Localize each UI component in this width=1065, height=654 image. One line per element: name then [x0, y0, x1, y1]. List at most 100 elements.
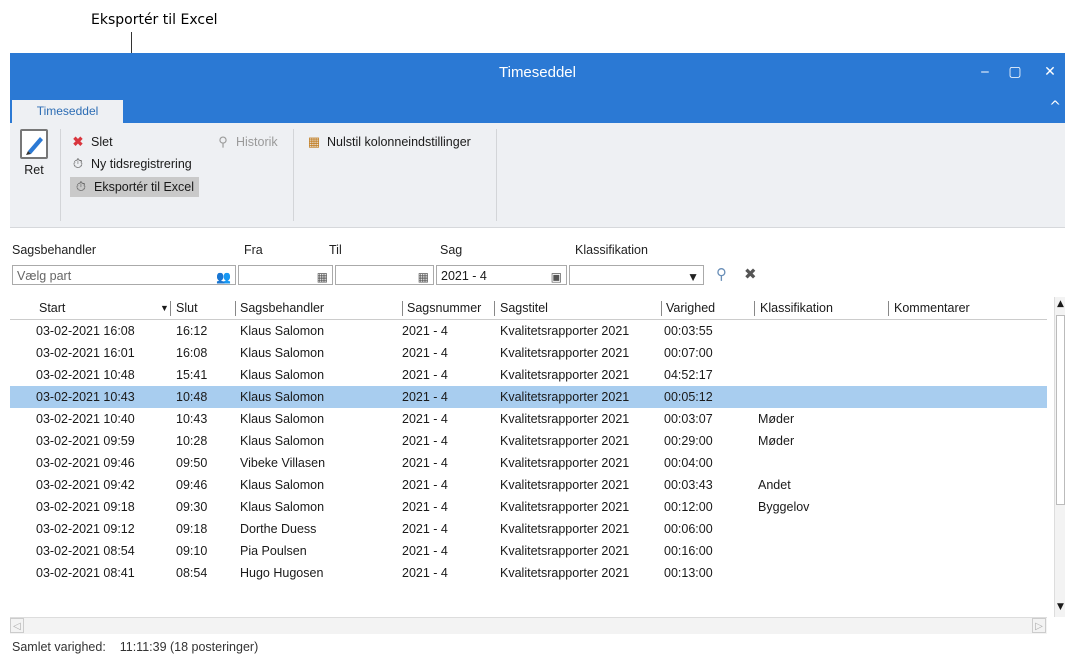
- tab-timeseddel[interactable]: Timeseddel: [12, 100, 123, 123]
- timesheet-table: Start ▼ Slut Sagsbehandler Sagsnummer Sa…: [10, 297, 1047, 617]
- historik-button[interactable]: ⚲ Historik: [215, 134, 277, 150]
- cell-sagsbehandler: Klaus Salomon: [240, 500, 325, 514]
- cell-varighed: 00:29:00: [664, 434, 713, 448]
- vertical-scrollbar[interactable]: ▲ ▼: [1054, 297, 1065, 617]
- sagsbehandler-field[interactable]: Vælg part 👥: [12, 265, 236, 285]
- table-row[interactable]: 03-02-2021 09:46 09:50 Vibeke Villasen 2021…: [10, 452, 1047, 474]
- cell-sagsbehandler: Klaus Salomon: [240, 434, 325, 448]
- cell-klassifikation: Andet: [758, 478, 791, 492]
- column-header-sagsbehandler[interactable]: Sagsbehandler: [240, 301, 324, 315]
- slet-label: Slet: [91, 135, 113, 149]
- search-icon[interactable]: ⚲: [716, 265, 727, 283]
- collapse-ribbon-icon[interactable]: ^: [1049, 99, 1061, 115]
- sag-field[interactable]: 2021 - 4 ▣: [436, 265, 567, 285]
- horizontal-scrollbar[interactable]: ◁ ▷: [10, 617, 1047, 634]
- cell-sagsbehandler: Klaus Salomon: [240, 412, 325, 426]
- cell-sagsbehandler: Vibeke Villasen: [240, 456, 326, 470]
- cell-varighed: 00:04:00: [664, 456, 713, 470]
- cell-varighed: 00:16:00: [664, 544, 713, 558]
- minimize-button[interactable]: ‒: [974, 61, 996, 83]
- cell-start: 03-02-2021 09:59: [36, 434, 135, 448]
- table-row[interactable]: 03-02-2021 08:54 09:10 Pia Poulsen 2021 - 4…: [10, 540, 1047, 562]
- cell-sagstitel: Kvalitetsrapporter 2021: [500, 368, 630, 382]
- scroll-thumb[interactable]: [1056, 315, 1065, 505]
- column-header-start[interactable]: Start: [39, 301, 65, 315]
- cell-slut: 16:12: [176, 324, 208, 338]
- status-bar: Samlet varighed: 11:11:39 (18 posteringe…: [12, 640, 258, 654]
- scroll-down-icon[interactable]: ▼: [1055, 602, 1065, 612]
- cell-start: 03-02-2021 09:18: [36, 500, 135, 514]
- nulstil-kolonner-button[interactable]: ▦ Nulstil kolonneindstillinger: [306, 134, 471, 150]
- column-header-sagstitel[interactable]: Sagstitel: [500, 301, 548, 315]
- cell-slut: 09:46: [176, 478, 208, 492]
- title-bar: Timeseddel ‒ ▢ ✕: [10, 53, 1065, 95]
- cell-sagsnummer: 2021 - 4: [402, 478, 448, 492]
- cell-sagsnummer: 2021 - 4: [402, 522, 448, 536]
- cell-sagsnummer: 2021 - 4: [402, 456, 448, 470]
- cell-slut: 09:50: [176, 456, 208, 470]
- column-header-kommentarer[interactable]: Kommentarer: [894, 301, 970, 315]
- table-row[interactable]: 03-02-2021 09:12 09:18 Dorthe Duess 2021 - …: [10, 518, 1047, 540]
- column-header-slut[interactable]: Slut: [176, 301, 198, 315]
- cell-sagsbehandler: Klaus Salomon: [240, 324, 325, 338]
- sagsbehandler-label: Sagsbehandler: [12, 243, 97, 257]
- cell-start: 03-02-2021 10:43: [36, 390, 135, 404]
- fra-date-field[interactable]: ▦: [238, 265, 333, 285]
- cell-sagsnummer: 2021 - 4: [402, 368, 448, 382]
- total-duration-label: Samlet varighed:: [12, 640, 106, 654]
- ny-tidsregistrering-button[interactable]: ⏱ Ny tidsregistrering: [70, 156, 192, 172]
- table-row[interactable]: 03-02-2021 16:08 16:12 Klaus Salomon 2021 -…: [10, 320, 1047, 342]
- case-lookup-icon[interactable]: ▣: [551, 267, 562, 287]
- close-button[interactable]: ✕: [1039, 61, 1061, 83]
- cell-start: 03-02-2021 09:46: [36, 456, 135, 470]
- cell-sagsbehandler: Dorthe Duess: [240, 522, 317, 536]
- cell-varighed: 00:13:00: [664, 566, 713, 580]
- cell-start: 03-02-2021 09:12: [36, 522, 135, 536]
- people-icon[interactable]: 👥: [216, 267, 231, 287]
- slet-button[interactable]: ✖ Slet: [70, 134, 113, 150]
- cell-sagstitel: Kvalitetsrapporter 2021: [500, 522, 630, 536]
- ny-tidsregistrering-label: Ny tidsregistrering: [91, 157, 192, 171]
- window-title: Timeseddel: [499, 64, 576, 81]
- stopwatch-add-icon: ⏱: [72, 156, 84, 171]
- cell-sagsnummer: 2021 - 4: [402, 544, 448, 558]
- clear-filter-icon[interactable]: ✖: [744, 265, 757, 283]
- cell-sagsnummer: 2021 - 4: [402, 500, 448, 514]
- table-row[interactable]: 03-02-2021 09:18 09:30 Klaus Salomon 2021 -…: [10, 496, 1047, 518]
- calendar-icon[interactable]: ▦: [418, 267, 429, 287]
- cell-start: 03-02-2021 08:54: [36, 544, 135, 558]
- cell-klassifikation: Møder: [758, 434, 795, 448]
- eksporter-excel-button[interactable]: ⏱ Eksportér til Excel: [70, 177, 200, 197]
- table-row[interactable]: 03-02-2021 10:40 10:43 Klaus Salomon 2021 -…: [10, 408, 1047, 430]
- klassifikation-select[interactable]: ▼: [569, 265, 704, 285]
- table-row[interactable]: 03-02-2021 10:43 10:48 Klaus Salomon 2021 -…: [10, 386, 1047, 408]
- scroll-right-icon[interactable]: ▷: [1032, 618, 1046, 633]
- chevron-down-icon[interactable]: ▼: [687, 267, 699, 287]
- klassifikation-label: Klassifikation: [575, 243, 648, 257]
- table-reset-icon: ▦: [307, 134, 321, 149]
- cell-sagsnummer: 2021 - 4: [402, 324, 448, 338]
- calendar-icon[interactable]: ▦: [317, 267, 328, 287]
- cell-sagsnummer: 2021 - 4: [402, 390, 448, 404]
- column-header-sagsnummer[interactable]: Sagsnummer: [407, 301, 481, 315]
- table-row[interactable]: 03-02-2021 16:01 16:08 Klaus Salomon 2021 -…: [10, 342, 1047, 364]
- ret-button[interactable]: Ret: [16, 129, 52, 177]
- table-row[interactable]: 03-02-2021 09:59 10:28 Klaus Salomon 2021 -…: [10, 430, 1047, 452]
- maximize-button[interactable]: ▢: [1004, 61, 1026, 83]
- scroll-up-icon[interactable]: ▲: [1055, 299, 1065, 309]
- column-header-varighed[interactable]: Varighed: [666, 301, 715, 315]
- total-duration-value: 11:11:39 (18 posteringer): [119, 640, 259, 654]
- cell-sagstitel: Kvalitetsrapporter 2021: [500, 500, 630, 514]
- til-date-field[interactable]: ▦: [335, 265, 434, 285]
- cell-sagsbehandler: Klaus Salomon: [240, 478, 325, 492]
- cell-klassifikation: Møder: [758, 412, 795, 426]
- table-row[interactable]: 03-02-2021 08:41 08:54 Hugo Hugosen 2021 - …: [10, 562, 1047, 584]
- eksporter-excel-label: Eksportér til Excel: [94, 180, 195, 194]
- stopwatch-export-icon: ⏱: [75, 179, 87, 194]
- cell-sagsnummer: 2021 - 4: [402, 566, 448, 580]
- table-row[interactable]: 03-02-2021 09:42 09:46 Klaus Salomon 2021 -…: [10, 474, 1047, 496]
- table-row[interactable]: 03-02-2021 10:48 15:41 Klaus Salomon 2021 -…: [10, 364, 1047, 386]
- scroll-left-icon[interactable]: ◁: [10, 618, 24, 633]
- column-header-klassifikation[interactable]: Klassifikation: [760, 301, 833, 315]
- sort-desc-icon: ▼: [160, 303, 169, 313]
